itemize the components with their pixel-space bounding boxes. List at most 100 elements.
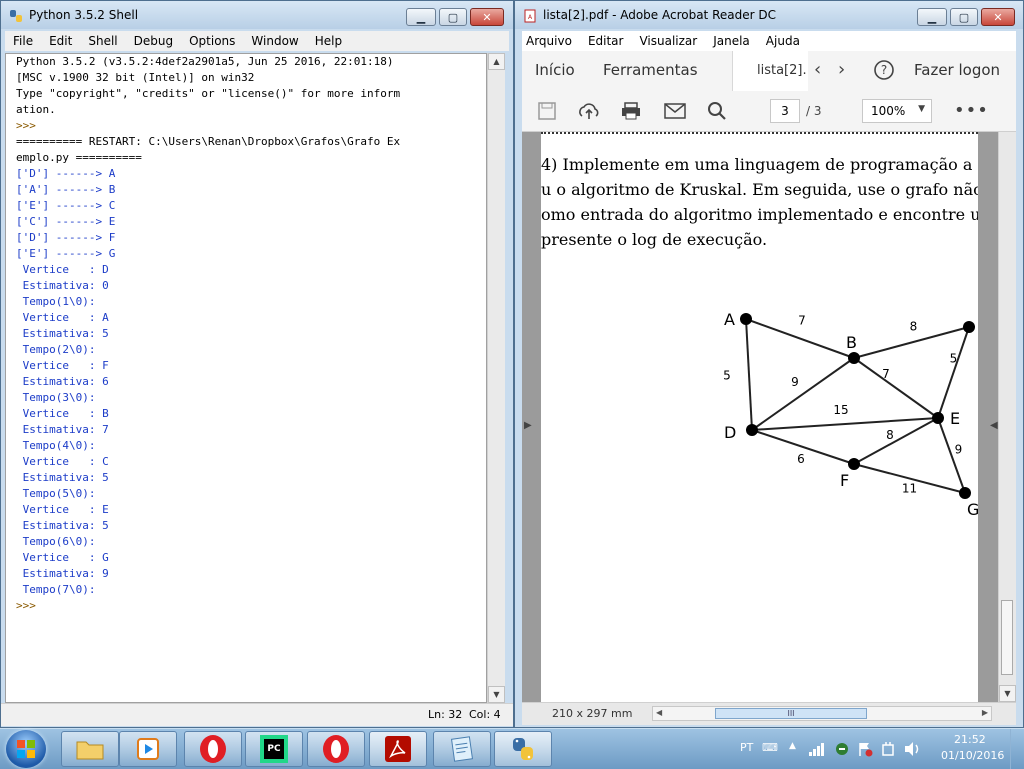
shell-line: ['D'] ------> A <box>16 167 116 180</box>
column-indicator: Col: 4 <box>469 708 501 721</box>
windows-logo-icon <box>17 740 35 758</box>
node-label: D <box>724 423 736 442</box>
taskbar-opera-1[interactable] <box>184 731 242 767</box>
graph-node-G <box>959 487 971 499</box>
start-button[interactable] <box>6 730 46 768</box>
taskbar-pycharm[interactable]: PC <box>245 731 303 767</box>
taskbar-file-explorer[interactable] <box>61 731 119 767</box>
graph-edge-B-E <box>853 357 939 419</box>
tab-home[interactable]: Início <box>535 61 575 79</box>
pdf-scrollbar[interactable]: ▼ <box>998 132 1016 702</box>
menu-help[interactable]: Help <box>307 34 350 48</box>
taskbar-media-player[interactable] <box>119 731 177 767</box>
python-title-bar[interactable]: Python 3.5.2 Shell ▁ ▢ ✕ <box>1 1 513 29</box>
opera-icon <box>200 735 226 763</box>
chevron-right-icon[interactable]: › <box>838 59 845 80</box>
show-hidden-icons-icon[interactable]: ▲ <box>789 741 796 751</box>
tab-tools[interactable]: Ferramentas <box>603 61 698 79</box>
shell-line: [MSC v.1900 32 bit (Intel)] on win32 <box>16 71 255 84</box>
clock-date[interactable]: 01/10/2016 <box>941 749 1004 762</box>
menu-options[interactable]: Options <box>181 34 243 48</box>
help-icon[interactable]: ? <box>873 59 895 81</box>
acrobat-window: A lista[2].pdf - Adobe Acrobat Reader DC… <box>514 0 1024 728</box>
edge-weight-label: 9 <box>791 375 799 389</box>
scroll-grip: III <box>787 709 795 718</box>
acrobat-window-title: lista[2].pdf - Adobe Acrobat Reader DC <box>543 8 776 22</box>
page-total: / 3 <box>806 104 822 118</box>
edge-weight-label: 9 <box>955 443 963 457</box>
language-indicator[interactable]: PT <box>740 741 753 754</box>
node-label: F <box>840 471 849 490</box>
shell-line: Estimativa: 0 <box>16 279 109 292</box>
minimize-button[interactable]: ▁ <box>917 8 947 26</box>
more-options-icon[interactable]: ••• <box>954 100 989 121</box>
shell-output[interactable]: Python 3.5.2 (v3.5.2:4def2a2901a5, Jun 2… <box>5 53 487 703</box>
sync-icon[interactable] <box>834 741 850 757</box>
taskbar-acrobat[interactable] <box>369 731 427 767</box>
acrobat-reader-icon <box>385 736 411 762</box>
horizontal-scroll-thumb[interactable]: III <box>715 708 867 719</box>
shell-scrollbar[interactable]: ▲ ▼ <box>487 53 505 703</box>
shell-line: Estimativa: 5 <box>16 471 109 484</box>
scroll-down-arrow[interactable]: ▼ <box>488 686 505 703</box>
menu-edit[interactable]: Edit <box>41 34 80 48</box>
menu-arquivo[interactable]: Arquivo <box>522 34 580 48</box>
document-viewer[interactable]: ▶ 4) Implemente em uma linguagem de prog… <box>522 132 1016 702</box>
maximize-button[interactable]: ▢ <box>439 8 467 26</box>
menu-ajuda[interactable]: Ajuda <box>758 34 808 48</box>
shell-line: ation. <box>16 103 56 116</box>
menu-janela[interactable]: Janela <box>705 34 758 48</box>
collapse-left-icon[interactable]: ▶ <box>524 420 532 431</box>
tab-document[interactable]: lista[2].... <box>732 51 808 91</box>
menu-editar[interactable]: Editar <box>580 34 632 48</box>
email-icon[interactable] <box>662 99 688 123</box>
minimize-button[interactable]: ▁ <box>406 8 436 26</box>
shell-line: Vertice : F <box>16 359 109 372</box>
menu-visualizar[interactable]: Visualizar <box>631 34 705 48</box>
keyboard-icon[interactable]: ⌨ <box>762 741 778 754</box>
zoom-select[interactable]: 100% ▼ <box>862 99 932 123</box>
scroll-up-arrow[interactable]: ▲ <box>488 53 505 70</box>
menu-window[interactable]: Window <box>243 34 306 48</box>
shell-line: Tempo(4\0): <box>16 439 96 452</box>
graph-node-C <box>963 321 975 333</box>
clock-time[interactable]: 21:52 <box>954 733 986 746</box>
cloud-upload-icon[interactable] <box>576 99 602 123</box>
power-icon[interactable] <box>880 741 896 757</box>
network-signal-icon[interactable] <box>808 742 826 756</box>
collapse-right-icon[interactable]: ◀ <box>990 420 998 431</box>
shell-line: Vertice : A <box>16 311 109 324</box>
search-icon[interactable] <box>704 99 730 123</box>
sign-in-button[interactable]: Fazer logon <box>914 61 1000 79</box>
horizontal-scrollbar[interactable]: ◀ III ▶ <box>652 706 992 721</box>
tab-document-label: lista[2].... <box>757 63 807 78</box>
scroll-left-arrow[interactable]: ◀ <box>656 708 662 717</box>
graph-edge-A-D <box>745 318 753 431</box>
acrobat-title-bar[interactable]: A lista[2].pdf - Adobe Acrobat Reader DC… <box>515 1 1023 29</box>
taskbar-python[interactable] <box>494 731 552 767</box>
print-icon[interactable] <box>618 99 644 123</box>
taskbar-opera-2[interactable] <box>307 731 365 767</box>
taskbar-notepad[interactable] <box>433 731 491 767</box>
dropdown-arrow-icon: ▼ <box>918 104 925 114</box>
flag-icon[interactable] <box>857 741 873 757</box>
scrollbar-thumb[interactable] <box>1001 600 1013 675</box>
shell-line: >>> <box>16 119 43 132</box>
close-button[interactable]: ✕ <box>470 8 504 26</box>
chevron-left-icon[interactable]: ‹ <box>814 59 821 80</box>
shell-line: Vertice : B <box>16 407 109 420</box>
volume-icon[interactable] <box>903 741 921 757</box>
save-icon[interactable] <box>534 99 560 123</box>
close-button[interactable]: ✕ <box>981 8 1015 26</box>
scroll-right-arrow[interactable]: ▶ <box>982 708 988 717</box>
node-label: G <box>967 500 978 519</box>
edge-weight-label: 5 <box>723 369 731 383</box>
menu-shell[interactable]: Shell <box>80 34 125 48</box>
page-number-input[interactable]: 3 <box>770 99 800 123</box>
menu-file[interactable]: File <box>5 34 41 48</box>
show-desktop-button[interactable] <box>1010 729 1024 769</box>
scroll-down-arrow[interactable]: ▼ <box>999 685 1016 702</box>
maximize-button[interactable]: ▢ <box>950 8 978 26</box>
menu-debug[interactable]: Debug <box>126 34 181 48</box>
graph-edge-D-B <box>751 357 855 431</box>
